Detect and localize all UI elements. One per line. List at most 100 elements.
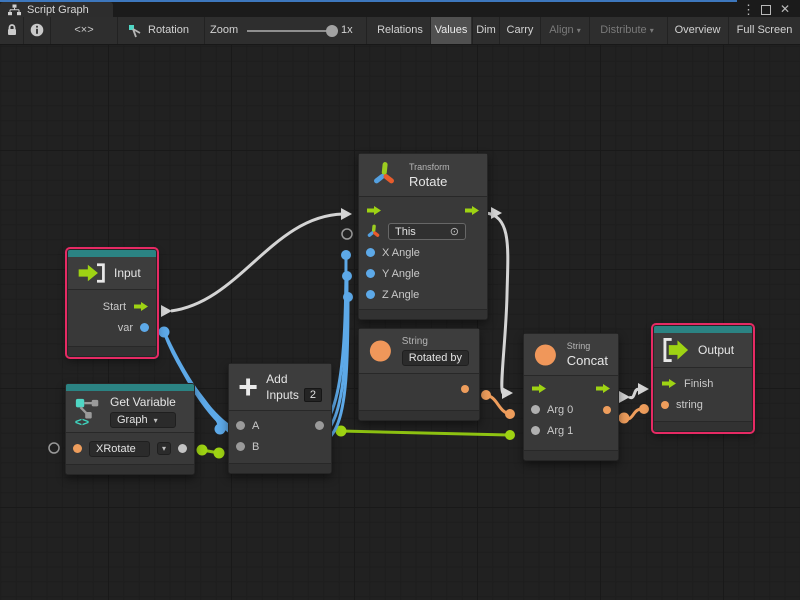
port-this-unconnected[interactable]: [342, 229, 352, 239]
variable-node-bar: [66, 384, 194, 391]
rotation-icon: [128, 24, 142, 38]
script-graph-window: Script Graph ⋮ ✕ <×>: [0, 0, 800, 600]
port-z-angle[interactable]: [366, 290, 375, 299]
node-footer: [68, 346, 156, 356]
port-finish[interactable]: [661, 378, 677, 389]
node-footer: [66, 464, 194, 474]
input-count-field[interactable]: 2: [304, 388, 322, 402]
window-maximize-icon[interactable]: [761, 5, 771, 15]
port-label: Z Angle: [382, 289, 419, 301]
dim-button[interactable]: Dim: [473, 17, 499, 44]
node-title-2: Inputs: [266, 388, 299, 402]
node-title: Add: [266, 372, 322, 386]
wire-literal-to-arg0: [481, 390, 515, 419]
overview-button[interactable]: Overview: [669, 17, 726, 44]
port-label: Arg 0: [547, 404, 573, 416]
variable-name-field[interactable]: XRotate: [89, 441, 150, 457]
rotation-toggle-button[interactable]: Rotation: [118, 17, 204, 44]
port-string-in[interactable]: [661, 401, 669, 409]
node-footer: [359, 410, 479, 420]
wire-start-to-rotate: [161, 208, 352, 317]
port-b[interactable]: [236, 442, 245, 451]
node-footer: [229, 463, 331, 473]
tab-bar: Script Graph ⋮ ✕: [0, 0, 800, 17]
port-control-out[interactable]: [595, 383, 611, 394]
node-title: Rotate: [409, 174, 450, 189]
node-title: Input: [114, 266, 141, 280]
node-output[interactable]: Output Finish string: [653, 325, 753, 432]
full-screen-button[interactable]: Full Screen: [729, 17, 800, 44]
toolbar-divider: [366, 17, 367, 44]
transform-icon: [371, 161, 397, 189]
string-value-field[interactable]: Rotated by: [402, 350, 469, 366]
chevron-down-icon: ▾: [577, 26, 581, 35]
graph-canvas[interactable]: Input Start var: [0, 45, 800, 600]
variable-name-dropdown[interactable]: ▾: [157, 442, 171, 455]
target-picker-icon[interactable]: ⊙: [450, 225, 459, 238]
port-arg1[interactable]: [531, 426, 540, 435]
output-event-icon: [663, 337, 690, 363]
chevron-down-icon: ▾: [162, 444, 166, 453]
node-footer: [524, 450, 618, 460]
string-icon: [534, 343, 557, 367]
node-string-concat[interactable]: String Concat Arg 0: [523, 333, 619, 461]
chevron-down-icon: ▾: [650, 26, 654, 35]
tab-title: Script Graph: [27, 4, 89, 16]
port-string-out[interactable]: [461, 385, 469, 393]
port-var[interactable]: [140, 323, 149, 332]
zoom-slider-track[interactable]: [247, 30, 332, 32]
chevron-down-icon: ▾: [154, 416, 158, 425]
port-control-out[interactable]: [464, 205, 480, 216]
port-getvariable-unconnected[interactable]: [49, 443, 59, 453]
port-label: A: [252, 420, 259, 432]
code-view-button[interactable]: <×>: [51, 17, 117, 44]
port-sum[interactable]: [315, 421, 324, 430]
node-title: Concat: [567, 353, 608, 368]
port-start[interactable]: [133, 301, 149, 312]
node-footer: [359, 309, 487, 319]
zoom-label: Zoom: [210, 17, 244, 44]
port-x-angle[interactable]: [366, 248, 375, 257]
node-add-inputs[interactable]: Add Inputs 2 A B: [228, 363, 332, 474]
lock-button[interactable]: [0, 17, 23, 44]
port-a[interactable]: [236, 421, 245, 430]
zoom-value: 1x: [341, 17, 363, 44]
distribute-dropdown-button[interactable]: Distribute ▾: [590, 17, 664, 44]
wire-add-to-arg1: [336, 426, 516, 441]
node-transform-rotate[interactable]: Transform Rotate: [358, 153, 488, 320]
port-control-in[interactable]: [531, 383, 547, 394]
wire-getvariable-to-add-b: [197, 445, 225, 459]
port-y-angle[interactable]: [366, 269, 375, 278]
toolbar-divider: [204, 17, 205, 44]
wire-concat-to-output-control: [619, 383, 649, 403]
event-node-bar: [654, 326, 752, 333]
port-control-in[interactable]: [366, 205, 382, 216]
port-result[interactable]: [603, 406, 611, 414]
node-category: String: [402, 336, 469, 347]
info-button[interactable]: [24, 17, 50, 44]
this-target-field[interactable]: This ⊙: [388, 223, 466, 240]
wire-rotate-to-concat: [486, 207, 513, 399]
node-string-literal[interactable]: String Rotated by: [358, 328, 480, 421]
align-dropdown-button[interactable]: Align ▾: [541, 17, 589, 44]
node-footer: [654, 421, 752, 431]
relations-button[interactable]: Relations: [371, 17, 429, 44]
port-arg0[interactable]: [531, 405, 540, 414]
port-variable-name[interactable]: [73, 444, 82, 453]
port-label: string: [676, 399, 703, 411]
string-icon: [369, 338, 392, 364]
variable-scope-dropdown[interactable]: Graph ▾: [110, 412, 176, 428]
tab-script-graph[interactable]: Script Graph: [0, 2, 113, 17]
values-button[interactable]: Values: [431, 17, 471, 44]
node-input[interactable]: Input Start var: [67, 249, 157, 357]
zoom-slider-handle[interactable]: [326, 25, 338, 37]
port-variable-value[interactable]: [178, 444, 187, 453]
node-category: Transform: [409, 162, 450, 172]
input-event-icon: [77, 262, 106, 284]
node-title: Output: [698, 343, 734, 357]
transform-mini-icon: [366, 224, 381, 240]
carry-button[interactable]: Carry: [500, 17, 540, 44]
port-label: Start: [103, 301, 126, 313]
svg-text:<>: <>: [75, 415, 89, 428]
node-get-variable[interactable]: <> Get Variable Graph ▾ XRotate: [65, 383, 195, 475]
